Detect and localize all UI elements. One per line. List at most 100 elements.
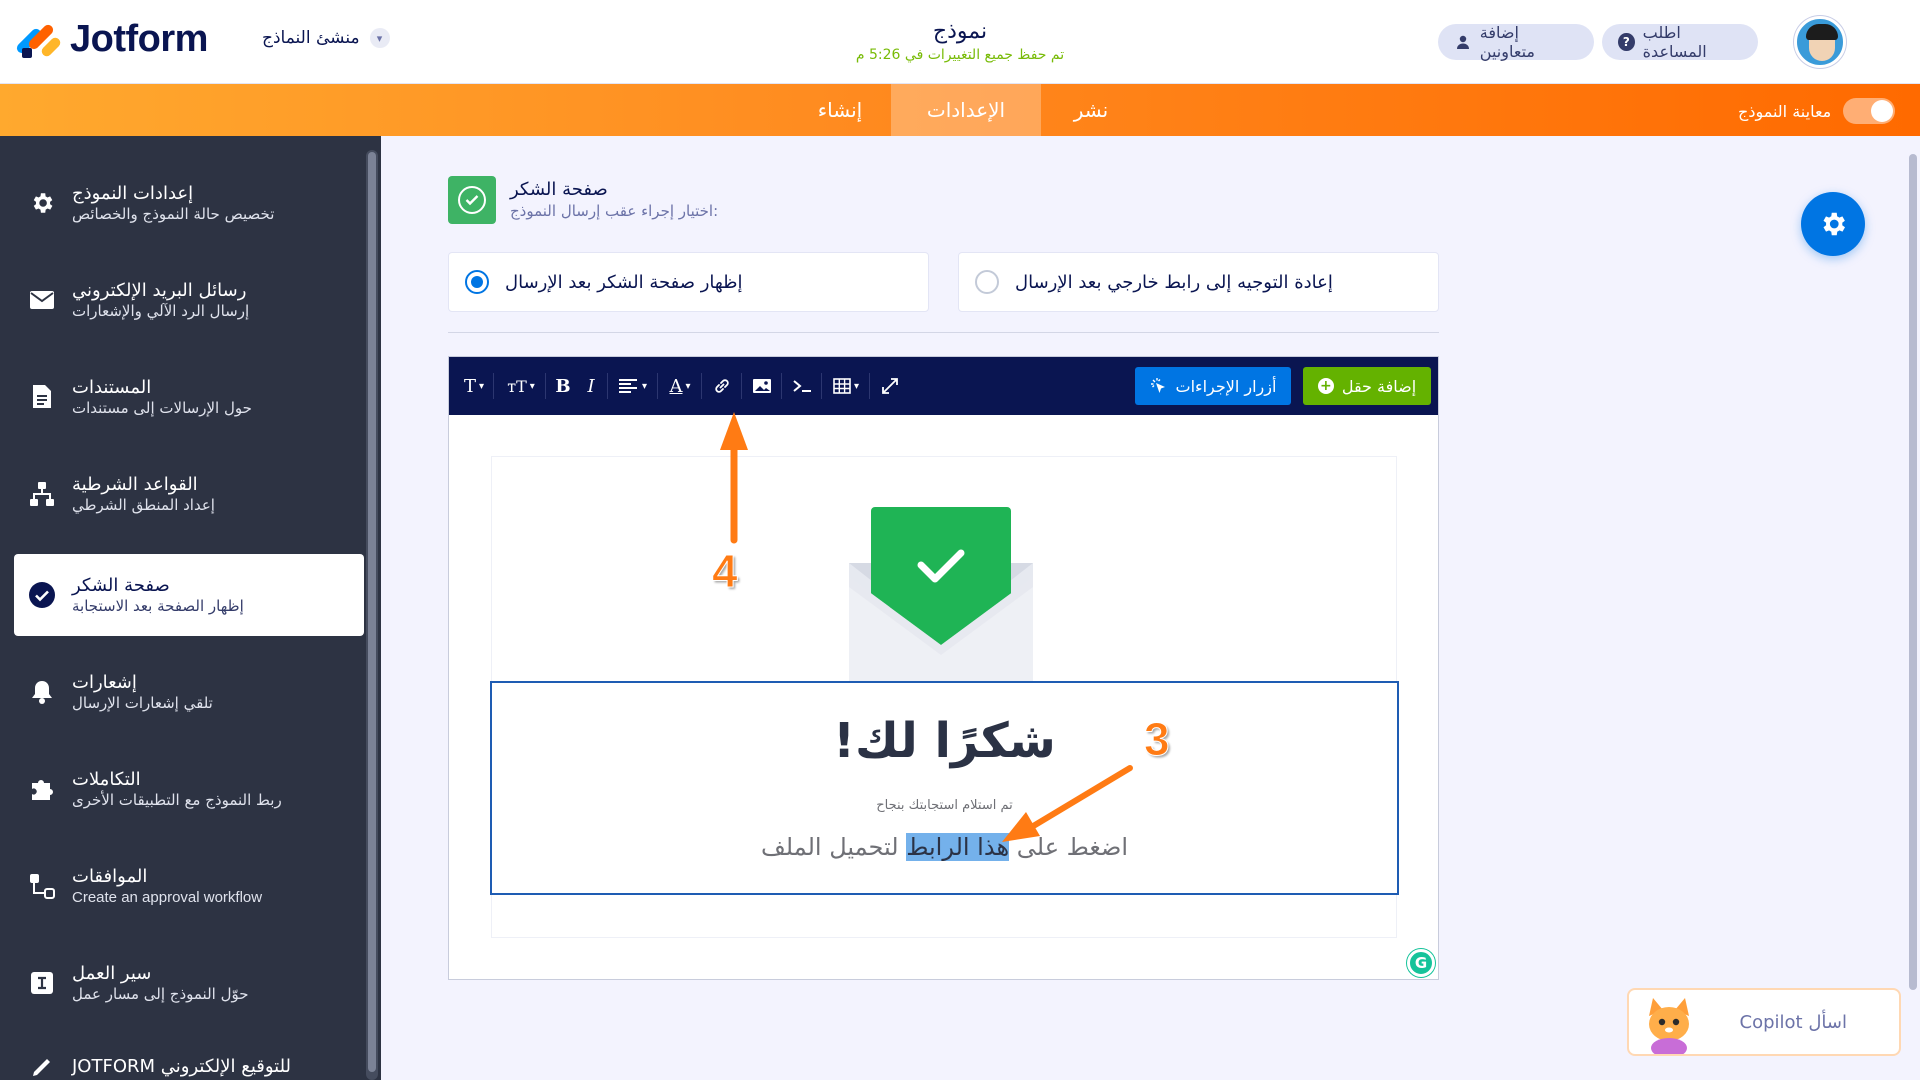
top-bar: Jotform منشئ النماذج ▾ نموذج تم حفظ جميع… — [0, 0, 1920, 84]
sidebar-item-approvals[interactable]: الموافقات Create an approval workflow — [14, 845, 364, 927]
sidebar-item-subtitle: إعداد المنطق الشرطي — [72, 495, 215, 514]
form-title[interactable]: نموذج — [933, 18, 987, 46]
add-field-label: إضافة حقل — [1341, 376, 1417, 396]
toggle-switch[interactable] — [1843, 98, 1896, 124]
sidebar-item-conditions[interactable]: القواعد الشرطية إعداد المنطق الشرطي — [14, 453, 364, 535]
add-collaborators-label: إضافة متعاونين — [1479, 23, 1535, 61]
radio-selected[interactable] — [465, 270, 489, 294]
thank-you-link-line[interactable]: اضغط على هذا الرابط لتحميل الملف — [492, 833, 1397, 861]
text-style-label: T — [463, 375, 476, 397]
user-avatar[interactable] — [1794, 16, 1846, 68]
font-color-button[interactable]: A ▾ — [663, 371, 697, 401]
sidebar-item-title: التكاملات — [72, 768, 141, 790]
sidebar-item-subtitle: حول الإرسالات إلى مستندات — [72, 398, 252, 417]
insert-link-button[interactable] — [707, 371, 737, 401]
table-icon — [833, 378, 851, 394]
action-buttons-label: أزرار الإجراءات — [1175, 376, 1277, 396]
check-circle-icon — [448, 176, 496, 224]
italic-button[interactable]: I — [579, 371, 603, 401]
sidebar-item-subtitle: Create an approval workflow — [72, 888, 263, 906]
form-builder-dropdown[interactable]: منشئ النماذج ▾ — [262, 28, 390, 48]
sidebar-item-thank-you-page[interactable]: صفحة الشكر إظهار الصفحة بعد الاستجابة — [14, 554, 364, 636]
form-builder-label: منشئ النماذج — [262, 28, 360, 48]
insert-image-button[interactable] — [747, 371, 777, 401]
option-show-thank-you[interactable]: إظهار صفحة الشكر بعد الإرسال — [448, 252, 929, 312]
selected-link-text[interactable]: هذا الرابط — [906, 833, 1010, 861]
source-code-button[interactable] — [787, 371, 817, 401]
cursor-click-icon — [1150, 378, 1165, 393]
sign-icon — [28, 1053, 56, 1080]
sidebar-item-title: إشعارات — [72, 671, 137, 693]
settings-sidebar: إعدادات النموذج تخصيص حالة النموذج والخص… — [0, 136, 381, 1080]
envelope-icon — [28, 286, 56, 314]
tab-build[interactable]: إنشاء — [790, 84, 890, 136]
jotform-logo-icon — [14, 20, 63, 60]
puzzle-icon — [28, 775, 56, 803]
bell-icon — [28, 678, 56, 706]
sidebar-item-title: صفحة الشكر — [72, 574, 170, 596]
sidebar-scrollbar[interactable] — [366, 150, 378, 1080]
get-help-label: اطلب المساعدة — [1642, 23, 1707, 61]
image-icon — [753, 379, 771, 393]
font-size-button[interactable]: тT ▾ — [499, 371, 543, 401]
approval-icon — [28, 872, 56, 900]
sidebar-item-jotform-sign[interactable]: JOTFORM للتوقيع الإلكتروني — [14, 1026, 364, 1080]
tab-publish[interactable]: نشر — [1041, 84, 1141, 136]
action-buttons-button[interactable]: أزرار الإجراءات — [1135, 367, 1291, 405]
sidebar-item-subtitle: تلقي إشعارات الإرسال — [72, 693, 213, 712]
align-left-icon — [618, 379, 637, 393]
sidebar-item-title: إعدادات النموذج — [72, 182, 194, 204]
bold-button[interactable]: B — [551, 371, 575, 401]
sidebar-item-form-settings[interactable]: إعدادات النموذج تخصيص حالة النموذج والخص… — [14, 162, 364, 244]
user-icon — [1454, 33, 1472, 51]
sidebar-item-emails[interactable]: رسائل البريد الإلكتروني إرسال الرد الآلي… — [14, 259, 364, 341]
sidebar-item-title: القواعد الشرطية — [72, 473, 198, 495]
thank-you-heading[interactable]: !شكرًا لك — [492, 713, 1397, 769]
builder-nav: إنشاء الإعدادات نشر معاينة النموذج — [0, 84, 1920, 136]
sidebar-item-title: رسائل البريد الإلكتروني — [72, 279, 247, 301]
annotation-step-3: 3 — [1144, 713, 1171, 766]
option-label: إظهار صفحة الشكر بعد الإرسال — [505, 271, 743, 293]
rich-text-editor: T ▾ тT ▾ B I ▾ A ▾ ▾ أزرار الإجراءات + إ… — [448, 356, 1439, 980]
jotform-logo[interactable]: Jotform — [14, 18, 208, 61]
thank-you-text-block[interactable]: !شكرًا لك تم استلام استجابتك بنجاح اضغط … — [490, 681, 1399, 895]
thank-you-section-header: صفحة الشكر اختيار إجراء عقب إرسال النموذ… — [448, 176, 718, 224]
add-field-button[interactable]: + إضافة حقل — [1303, 367, 1431, 405]
link-prefix-text: اضغط على — [1009, 833, 1129, 861]
document-icon — [28, 383, 56, 411]
thank-you-subtitle[interactable]: تم استلام استجابتك بنجاح — [492, 798, 1397, 813]
page-settings-button[interactable] — [1801, 192, 1865, 256]
envelope-check-illustration — [849, 507, 1033, 681]
tab-settings[interactable]: الإعدادات — [891, 84, 1041, 136]
copilot-button[interactable]: اسأل Copilot — [1627, 988, 1901, 1056]
form-preview-toggle[interactable]: معاينة النموذج — [1738, 98, 1896, 124]
insert-table-button[interactable]: ▾ — [827, 371, 865, 401]
sidebar-item-subtitle: ربط النموذج مع التطبيقات الأخرى — [72, 790, 282, 809]
text-style-button[interactable]: T ▾ — [457, 371, 491, 401]
gear-icon — [1823, 212, 1845, 236]
radio-unselected[interactable] — [975, 270, 999, 294]
sidebar-item-subtitle: تخصيص حالة النموذج والخصائص — [72, 204, 275, 223]
link-icon — [715, 379, 729, 393]
align-button[interactable]: ▾ — [613, 371, 653, 401]
cat-mascot-icon — [1649, 998, 1689, 1054]
sidebar-item-documents[interactable]: المستندات حول الإرسالات إلى مستندات — [14, 356, 364, 438]
sidebar-item-subtitle: حوّل النموذج إلى مسار عمل — [72, 984, 249, 1003]
sidebar-item-integrations[interactable]: التكاملات ربط النموذج مع التطبيقات الأخر… — [14, 748, 364, 830]
sidebar-item-subtitle: إرسال الرد الآلي والإشعارات — [72, 301, 250, 320]
font-size-label: тT — [507, 376, 527, 396]
form-preview-label: معاينة النموذج — [1738, 101, 1832, 121]
option-redirect-url[interactable]: إعادة التوجيه إلى رابط خارجي بعد الإرسال — [958, 252, 1439, 312]
get-help-button[interactable]: ? اطلب المساعدة — [1602, 23, 1758, 61]
fullscreen-button[interactable] — [875, 371, 905, 401]
sidebar-item-notifications[interactable]: إشعارات تلقي إشعارات الإرسال — [14, 651, 364, 733]
add-collaborators-button[interactable]: إضافة متعاونين — [1438, 23, 1594, 61]
grammarly-icon[interactable]: G — [1407, 949, 1435, 977]
sidebar-item-workflow[interactable]: سير العمل حوّل النموذج إلى مسار عمل — [14, 942, 364, 1024]
thank-you-canvas: !شكرًا لك تم استلام استجابتك بنجاح اضغط … — [490, 457, 1399, 937]
sidebar-item-title: الموافقات — [72, 865, 148, 887]
main-scrollbar[interactable] — [1909, 154, 1917, 990]
sidebar-item-subtitle: إظهار الصفحة بعد الاستجابة — [72, 596, 244, 615]
editor-toolbar: T ▾ тT ▾ B I ▾ A ▾ ▾ أزرار الإجراءات + إ… — [449, 357, 1438, 415]
gear-icon — [28, 189, 56, 217]
